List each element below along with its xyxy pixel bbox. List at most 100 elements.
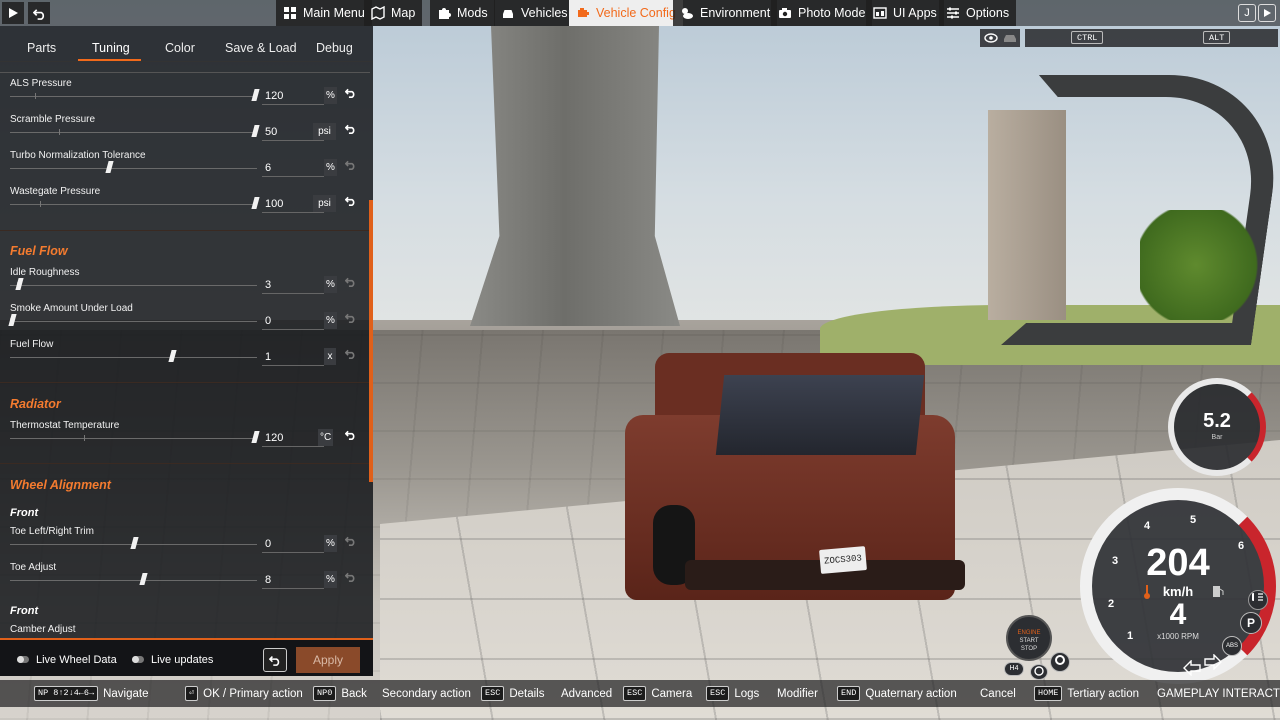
undo-icon [344,160,354,170]
value-input[interactable]: 1 [262,348,324,366]
tuning-row-turbo-normalization-tolerance: Turbo Normalization Tolerance 6% [0,150,370,186]
apps-icon [873,7,887,19]
menu-vehicle-config[interactable]: Vehicle Config [569,0,683,26]
slider-handle[interactable] [139,573,148,585]
tab-save-load[interactable]: Save & Load [225,41,297,55]
slider-handle[interactable] [251,431,260,443]
menu-vehicles[interactable]: Vehicles [494,0,575,26]
subsection-title-front: Front [10,605,39,617]
tab-debug[interactable]: Debug [316,41,353,55]
hint-key: ESC [623,686,647,701]
slider-handle[interactable] [168,350,177,362]
slider-handle[interactable] [105,161,114,173]
speed-unit: km/h [1162,584,1194,599]
value-input[interactable]: 8 [262,571,324,589]
revert-button[interactable] [263,648,287,672]
reset-button[interactable] [343,195,357,209]
tab-tuning[interactable]: Tuning [92,41,130,55]
menu-ui-apps[interactable]: UI Apps [866,0,944,26]
slider-handle[interactable] [15,278,24,290]
tab-parts[interactable]: Parts [27,41,56,55]
undo-icon [344,349,354,359]
tuning-label: Toe Adjust [10,562,57,573]
car-icon[interactable] [1003,33,1017,43]
reset-button[interactable] [343,123,357,137]
value-input[interactable]: 0 [262,312,324,330]
reset-button[interactable] [343,276,357,290]
slider-track[interactable] [10,321,257,322]
slider-track[interactable] [10,204,257,205]
active-tab-indicator [78,59,141,61]
tuning-label: Smoke Amount Under Load [10,303,133,314]
reset-button[interactable] [343,87,357,101]
hint-label: Camera [651,687,693,700]
car-icon [503,10,513,18]
hint-modifier: Modifier [777,680,818,707]
slider-handle[interactable] [8,314,17,326]
unit-badge: % [324,159,337,176]
section-title-wheel-alignment: Wheel Alignment [10,478,111,492]
apply-button[interactable]: Apply [296,647,360,673]
hint-label: Tertiary action [1067,687,1139,700]
value-input[interactable]: 120 [262,87,324,105]
eye-icon[interactable] [984,33,998,43]
hint-key: ESC [706,686,730,701]
menu-environment[interactable]: Environment [673,0,778,26]
menu-options[interactable]: Options [939,0,1017,26]
menu-photo-mode[interactable]: Photo Mode [771,0,873,26]
gear-indicator: 4 [1169,598,1187,631]
tuning-row-scramble-pressure: Scramble Pressure 50 psi [0,114,370,150]
hint-ok-primary: ⏎ OK / Primary action [185,680,303,707]
reset-button[interactable] [343,571,357,585]
slider-track[interactable] [10,132,257,133]
slider-handle[interactable] [251,197,260,209]
vehicle: ZOCS303 [615,345,970,610]
undo-icon [344,277,354,287]
slider-track[interactable] [10,285,257,286]
slider-track[interactable] [10,168,257,169]
menu-mods[interactable]: Mods [430,0,495,26]
subsection-title-front: Front [10,507,39,519]
hint-gameplay-interact: GAMEPLAY INTERACT [1157,680,1280,707]
slider-handle[interactable] [251,125,260,137]
value-input[interactable]: 120 [262,429,324,447]
menu-environment-label: Environment [700,6,771,20]
reset-button[interactable] [343,348,357,362]
value-input[interactable]: 6 [262,159,324,177]
tab-color[interactable]: Color [165,41,195,55]
value-input[interactable]: 3 [262,276,324,294]
panel-scrollbar[interactable] [369,200,373,482]
slider-handle[interactable] [129,537,139,549]
slider-handle[interactable] [251,89,260,101]
undo-icon [344,196,354,206]
live-wheel-data-toggle[interactable] [17,656,29,663]
unit-badge: % [324,276,337,293]
speedometer: 1 2 3 4 5 6 204 km/h 4 x1000 RPM [1080,488,1276,684]
reset-button[interactable] [343,429,357,443]
abs-indicator: ABS [1222,636,1242,656]
input-hint-button[interactable]: J [1238,4,1256,22]
hint-label: OK / Primary action [203,687,303,700]
slider-track[interactable] [10,357,257,358]
back-button[interactable] [28,2,50,24]
play-button[interactable] [2,2,24,24]
value-input[interactable]: 0 [262,535,324,553]
undo-icon [344,313,354,323]
live-updates-toggle[interactable] [132,656,144,663]
menu-map[interactable]: Map [364,0,423,26]
engine-start-stop-button[interactable]: ENGINE START STOP [1006,615,1052,661]
slider-track[interactable] [10,438,257,439]
reset-button[interactable] [343,535,357,549]
hint-quaternary: END Quaternary action [837,680,957,707]
menu-map-label: Map [391,6,416,20]
slider-track[interactable] [10,580,257,581]
reset-button[interactable] [343,312,357,326]
menu-mods-label: Mods [457,6,488,20]
undo-icon [344,536,354,546]
fuel-icon [1213,586,1224,597]
slider-track[interactable] [10,96,257,97]
resume-button[interactable] [1258,4,1276,22]
reset-button[interactable] [343,159,357,173]
tuning-row-thermostat-temperature: Thermostat Temperature 120 °C [0,420,370,456]
menu-main-menu[interactable]: Main Menu [276,0,372,26]
